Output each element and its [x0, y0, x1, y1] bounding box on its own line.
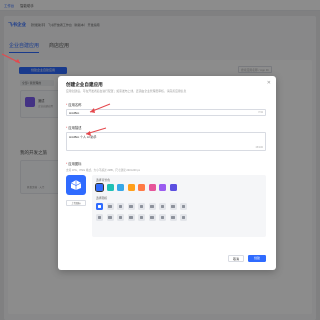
- color-swatch[interactable]: [106, 184, 114, 191]
- annotation-arrow-tabs: [1, 53, 21, 64]
- glyph-shape: [160, 215, 165, 220]
- color-swatch[interactable]: [148, 184, 156, 191]
- app-icon-hint: 支持 JPG、PNG 格式，大小不超过 2MB，尺寸建议 240×240 px: [66, 169, 141, 172]
- create-button[interactable]: 创建: [248, 255, 266, 262]
- glyph-picker-label: 选择图标: [96, 196, 108, 200]
- phone-icon[interactable]: [117, 214, 124, 221]
- close-icon[interactable]: ✕: [267, 80, 271, 86]
- bell-icon[interactable]: [169, 203, 177, 210]
- glyph-shape: [108, 204, 112, 209]
- chart-icon[interactable]: [96, 214, 103, 221]
- app-name-value: HiAIBot: [69, 111, 80, 115]
- glyph-shape: [150, 204, 154, 209]
- heart-icon[interactable]: [148, 214, 156, 221]
- star-icon[interactable]: [159, 203, 166, 210]
- icon-picker-panel: 选择背景色 选择图标: [92, 175, 266, 237]
- app-name-counter: 7/32: [258, 111, 263, 114]
- annotation-arrow-desc: [85, 127, 107, 136]
- annotation-arrow-name: [89, 103, 111, 113]
- glyph-shape: [97, 215, 102, 220]
- clock-icon[interactable]: [127, 214, 135, 221]
- glyph-shape: [118, 204, 123, 209]
- color-swatch[interactable]: [169, 184, 177, 191]
- color-swatch[interactable]: [159, 184, 166, 191]
- glyph-shape: [129, 215, 133, 220]
- app-desc-label: *应用描述: [66, 126, 82, 130]
- robot-icon[interactable]: [96, 203, 103, 210]
- glyph-shape: [118, 215, 123, 220]
- color-swatch[interactable]: [138, 184, 145, 191]
- glyph-shape: [150, 215, 154, 220]
- folder-icon[interactable]: [117, 203, 124, 210]
- calendar-icon[interactable]: [138, 203, 145, 210]
- doc-icon[interactable]: [127, 203, 135, 210]
- app-name-label: *应用名称: [66, 103, 82, 107]
- key-icon[interactable]: [180, 214, 187, 221]
- glyph-shape: [139, 204, 144, 209]
- chat-icon[interactable]: [106, 203, 114, 210]
- glyph-shape: [129, 204, 133, 209]
- upload-icon-button[interactable]: 上传图标: [66, 200, 86, 206]
- app-desc-counter: 15/100: [255, 146, 263, 149]
- dialog-subtitle: 应用创建后，可在开发者后台进行配置；如需发布上线，还需由企业管理员审核，请完善应…: [66, 89, 187, 93]
- glyph-shape: [108, 215, 112, 220]
- color-picker-label: 选择背景色: [96, 178, 110, 182]
- glyph-shape: [171, 215, 175, 220]
- user-icon[interactable]: [180, 203, 187, 210]
- flag-icon[interactable]: [169, 214, 177, 221]
- app-icon-label: *应用图标: [66, 162, 82, 166]
- robot-icon: [66, 175, 86, 195]
- cancel-button[interactable]: 取消: [228, 255, 244, 262]
- glyph-shape: [181, 215, 186, 220]
- glyph-shape: [97, 204, 102, 209]
- color-swatch[interactable]: [117, 184, 124, 191]
- glyph-shape: [171, 204, 175, 209]
- dialog-title: 创建企业自建应用: [66, 82, 103, 87]
- cart-icon[interactable]: [106, 214, 114, 221]
- cloud-icon[interactable]: [138, 214, 145, 221]
- color-swatch[interactable]: [127, 184, 135, 191]
- glyph-shape: [160, 204, 165, 209]
- color-swatch[interactable]: [94, 182, 105, 193]
- glyph-shape: [181, 204, 186, 209]
- gear-icon[interactable]: [159, 214, 166, 221]
- mail-icon[interactable]: [148, 203, 156, 210]
- glyph-shape: [139, 215, 144, 220]
